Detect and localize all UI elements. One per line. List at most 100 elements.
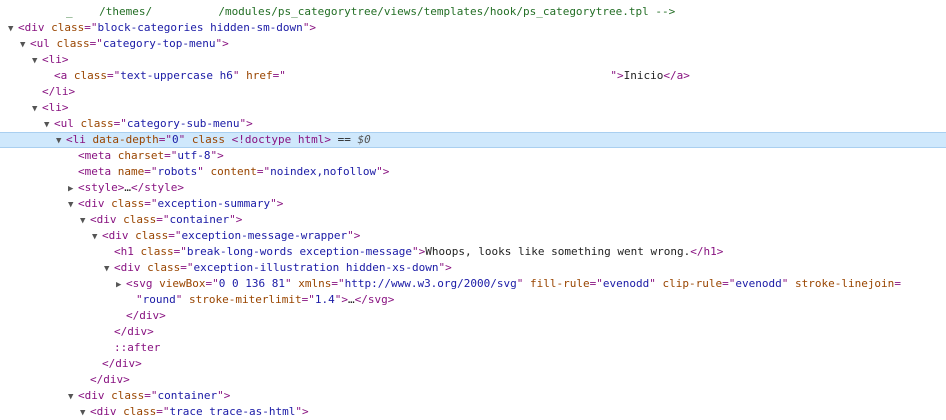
token-punct: " [136,293,143,306]
token-punct: < [42,53,49,66]
token-tag: meta [84,165,112,178]
token-punct: = [894,277,901,290]
dom-node-line[interactable]: "round" stroke-miterlimit="1.4">…</svg> [0,292,946,308]
expand-down-icon[interactable]: ▼ [32,53,42,68]
token-punct: " [649,277,656,290]
dom-node-line[interactable]: <meta charset="utf-8"> [0,148,946,164]
expand-down-icon[interactable]: ▼ [68,197,78,212]
token-punct: > [683,69,690,82]
token-tag: div [127,325,148,338]
dom-node-line[interactable]: </div> [0,308,946,324]
token-punct: "> [347,229,361,242]
expand-down-icon[interactable]: ▼ [80,213,90,228]
dom-node-line[interactable]: _ /themes/ /modules/ps_categorytree/view… [0,4,946,20]
dom-node-line[interactable]: ▼ <div class="trace trace-as-html"> [0,404,946,420]
expand-down-icon[interactable]: ▼ [32,101,42,116]
dom-node-line[interactable]: </div> [0,356,946,372]
token-attr: class [49,37,90,50]
dom-node-line[interactable]: ▼ <div class="container"> [0,212,946,228]
token-punct: "> [610,69,624,82]
dom-node-line[interactable]: ▼ <ul class="category-sub-menu"> [0,116,946,132]
expand-down-icon[interactable]: ▼ [20,37,30,52]
token-punct: =" [173,245,187,258]
token-punct: < [78,149,85,162]
token-punct: "> [229,213,243,226]
expand-down-icon[interactable]: ▼ [56,134,66,147]
token-punct: < [114,245,121,258]
token-punct: "> [334,293,348,306]
expand-down-icon[interactable]: ▼ [44,117,54,132]
dom-node-line[interactable]: <a class="text-uppercase h6" href=" ">In… [0,68,946,84]
token-punct: =" [113,117,127,130]
token-punct: < [66,133,73,146]
expand-down-icon[interactable]: ▼ [80,405,90,420]
token-tag: li [55,85,69,98]
token-punct: < [102,229,109,242]
token-val: exception-summary [157,197,271,210]
expand-right-icon[interactable]: ▶ [116,277,126,292]
dom-node-line[interactable]: </li> [0,84,946,100]
token-txt: Inicio [623,69,664,82]
expand-down-icon[interactable]: ▼ [8,21,18,36]
token-punct: <!doctype html> [224,133,331,146]
token-val: robots [157,165,198,178]
dom-node-line[interactable]: ▶ <style>…</style> [0,180,946,196]
dom-node-line[interactable]: <h1 class="break-long-words exception-me… [0,244,946,260]
token-tag: div [120,261,141,274]
token-punct: > [68,85,76,98]
dom-node-line[interactable]: ▼ <div class="exception-illustration hidd… [0,260,946,276]
dom-node-line[interactable]: ▶ <svg viewBox="0 0 136 81" xmlns="http:/… [0,276,946,292]
token-dim: $0 [357,133,371,146]
token-punct: < [42,101,49,114]
token-attr: class [128,229,169,242]
token-attr: xmlns [291,277,332,290]
token-punct: "> [438,261,452,274]
token-punct: > [61,101,69,114]
expand-down-icon[interactable]: ▼ [68,389,78,404]
token-attr: data-depth [85,133,159,146]
token-attr: content [203,165,257,178]
token-punct: </ [114,325,128,338]
token-txt: … [124,181,131,194]
token-punct: </ [131,181,145,194]
token-punct: </ [102,357,116,370]
token-punct: "> [239,117,253,130]
elements-dom-tree[interactable]: _ /themes/ /modules/ps_categorytree/view… [0,0,946,418]
dom-node-line[interactable]: ▼ <li> [0,52,946,68]
token-punct: "> [302,21,317,34]
token-punct: =" [331,277,345,290]
token-punct: =" [144,389,158,402]
dom-node-line[interactable]: ▼ <li> [0,100,946,116]
dom-node-line[interactable]: </div> [0,324,946,340]
dom-node-line[interactable]: <meta name="robots" content="noindex,nof… [0,164,946,180]
dom-node-line[interactable]: ▼ <div class="container"> [0,388,946,404]
token-punct: =" [84,21,98,34]
dom-node-line[interactable]: </div> [0,372,946,388]
token-punct: </ [90,373,104,386]
token-punct: > [61,53,69,66]
token-attr: class [116,213,157,226]
dom-node-line[interactable]: ::after [0,340,946,356]
dom-node-line[interactable]: ▼ <div class="exception-summary"> [0,196,946,212]
token-punct: < [78,181,85,194]
token-val: exception-illustration hidden-xs-down [193,261,439,274]
dom-node-line[interactable]: ▼ <div class="block-categories hidden-sm-… [0,20,946,36]
token-punct: </ [42,85,56,98]
token-punct: > [147,325,154,338]
token-punct: < [126,277,133,290]
expand-down-icon[interactable]: ▼ [104,261,114,276]
token-punct: "> [215,37,229,50]
token-punct: < [54,117,61,130]
token-attr: fill-rule [523,277,590,290]
token-punct: "> [376,165,390,178]
expand-down-icon[interactable]: ▼ [92,229,102,244]
token-punct: "> [295,405,309,418]
token-punct: > [135,357,142,370]
dom-node-line[interactable]: ▼ <div class="exception-message-wrapper"> [0,228,946,244]
expand-right-icon[interactable]: ▶ [68,181,78,196]
dom-node-selected[interactable]: ▼ <li data-depth="0" class <!doctype html… [0,132,946,148]
token-tag: li [48,101,62,114]
dom-node-line[interactable]: ▼ <ul class="category-top-menu"> [0,36,946,52]
token-tag: div [139,309,160,322]
token-attr: class [116,405,157,418]
